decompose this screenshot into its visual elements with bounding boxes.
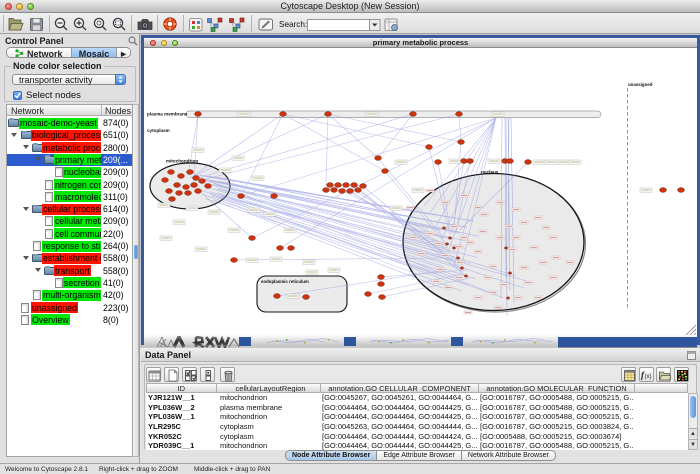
svg-text:endoplasmic reticulum: endoplasmic reticulum <box>261 279 309 284</box>
svg-text:unassigned: unassigned <box>628 82 653 87</box>
svg-text:Search:: Search: <box>279 20 307 29</box>
svg-text:nucleus: nucleus <box>481 170 499 175</box>
svg-text:cytoplasm: cytoplasm <box>147 128 170 133</box>
svg-text:plasma membrane: plasma membrane <box>147 112 188 117</box>
svg-text:mitochondrion: mitochondrion <box>166 159 198 164</box>
svg-text:(x): (x) <box>645 374 652 380</box>
